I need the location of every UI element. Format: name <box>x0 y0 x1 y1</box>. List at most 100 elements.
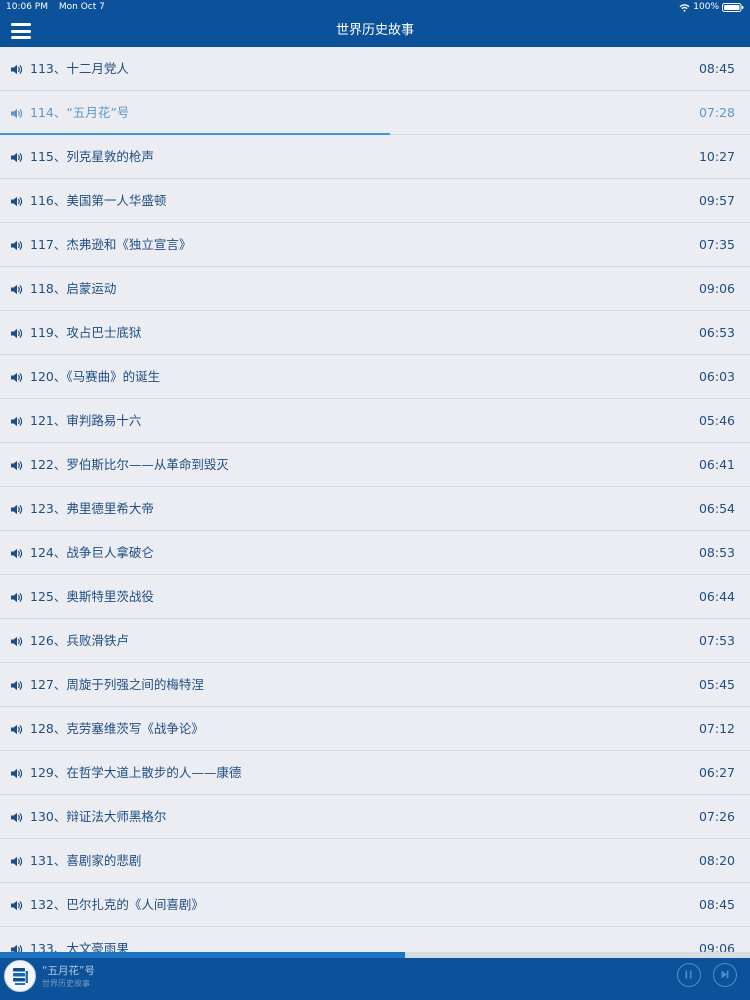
track-row[interactable]: 113、十二月党人 08:45 <box>0 47 750 91</box>
track-duration: 06:03 <box>698 369 735 384</box>
track-duration: 09:06 <box>698 281 735 296</box>
hamburger-menu-icon[interactable] <box>11 23 31 39</box>
menu-bar <box>11 36 31 39</box>
speaker-icon <box>11 636 23 647</box>
mini-player: “五月花”号 世界历史故事 <box>0 952 750 1000</box>
speaker-icon <box>11 592 23 603</box>
track-row[interactable]: 132、巴尔扎克的《人间喜剧》 08:45 <box>0 883 750 927</box>
speaker-icon <box>11 64 23 75</box>
track-title: 130、辩证法大师黑格尔 <box>30 809 167 824</box>
track-duration: 09:06 <box>698 941 735 952</box>
track-title: 131、喜剧家的悲剧 <box>30 853 142 868</box>
track-title: 119、攻占巴士底狱 <box>30 325 142 340</box>
status-date: Mon Oct 7 <box>58 2 105 12</box>
track-row[interactable]: 130、辩证法大师黑格尔 07:26 <box>0 795 750 839</box>
track-duration: 06:41 <box>698 457 735 472</box>
speaker-icon <box>11 900 23 911</box>
track-duration: 08:53 <box>698 545 735 560</box>
status-right: 100% <box>679 0 744 15</box>
track-row[interactable]: 131、喜剧家的悲剧 08:20 <box>0 839 750 883</box>
status-left: 10:06 PM Mon Oct 7 <box>6 0 113 15</box>
speaker-icon <box>11 328 23 339</box>
page-title: 世界历史故事 <box>335 23 414 38</box>
track-duration: 08:45 <box>698 61 735 76</box>
nav-bar: 世界历史故事 <box>0 15 750 47</box>
playback-progress-bar[interactable] <box>0 952 750 958</box>
now-playing-title: “五月花”号 <box>42 965 95 977</box>
speaker-icon <box>11 768 23 779</box>
speaker-icon <box>11 284 23 295</box>
track-title: 122、罗伯斯比尔——从革命到毁灭 <box>30 457 229 472</box>
track-title: 120、《马赛曲》的诞生 <box>30 369 161 384</box>
track-list[interactable]: 113、十二月党人 08:45 114、“五月花”号 07:28 115、列克星… <box>0 47 750 952</box>
track-row[interactable]: 120、《马赛曲》的诞生 06:03 <box>0 355 750 399</box>
track-title: 123、弗里德里希大帝 <box>30 501 154 516</box>
status-time: 10:06 PM <box>6 2 48 12</box>
track-row[interactable]: 129、在哲学大道上散步的人——康德 06:27 <box>0 751 750 795</box>
track-title: 126、兵败滑铁卢 <box>30 633 129 648</box>
track-title: 129、在哲学大道上散步的人——康德 <box>30 765 242 780</box>
speaker-icon <box>11 196 23 207</box>
speaker-icon <box>11 372 23 383</box>
track-title: 114、“五月花”号 <box>30 105 130 120</box>
speaker-icon <box>11 152 23 163</box>
track-duration: 08:20 <box>698 853 735 868</box>
track-duration: 06:44 <box>698 589 735 604</box>
track-row[interactable]: 126、兵败滑铁卢 07:53 <box>0 619 750 663</box>
status-bar: 10:06 PM Mon Oct 7 100% <box>0 0 750 15</box>
album-cover-icon[interactable] <box>4 960 36 992</box>
track-row[interactable]: 114、“五月花”号 07:28 <box>0 91 750 135</box>
track-title: 132、巴尔扎克的《人间喜剧》 <box>30 897 204 912</box>
pause-button[interactable] <box>677 963 701 987</box>
track-duration: 05:45 <box>698 677 735 692</box>
top-bar: 10:06 PM Mon Oct 7 100% 世界历史故事 <box>0 0 750 47</box>
track-row[interactable]: 124、战争巨人拿破仑 08:53 <box>0 531 750 575</box>
battery-percent: 100% <box>693 2 719 12</box>
track-title: 125、奥斯特里茨战役 <box>30 589 154 604</box>
speaker-icon <box>11 240 23 251</box>
track-title: 124、战争巨人拿破仑 <box>30 545 154 560</box>
track-row[interactable]: 128、克劳塞维茨写《战争论》 07:12 <box>0 707 750 751</box>
track-row[interactable]: 121、审判路易十六 05:46 <box>0 399 750 443</box>
wifi-icon <box>679 4 690 12</box>
track-row[interactable]: 118、启蒙运动 09:06 <box>0 267 750 311</box>
speaker-icon <box>11 724 23 735</box>
playback-progress-fill <box>0 952 405 958</box>
track-duration: 07:12 <box>698 721 735 736</box>
now-playing-subtitle: 世界历史故事 <box>42 979 90 988</box>
track-row[interactable]: 133、大文豪雨果 09:06 <box>0 927 750 952</box>
track-duration: 07:53 <box>698 633 735 648</box>
track-duration: 07:26 <box>698 809 735 824</box>
track-row[interactable]: 119、攻占巴士底狱 06:53 <box>0 311 750 355</box>
track-duration: 06:54 <box>698 501 735 516</box>
track-row[interactable]: 122、罗伯斯比尔——从革命到毁灭 06:41 <box>0 443 750 487</box>
track-title: 127、周旋于列强之间的梅特涅 <box>30 677 204 692</box>
track-row[interactable]: 117、杰弗逊和《独立宣言》 07:35 <box>0 223 750 267</box>
track-row[interactable]: 127、周旋于列强之间的梅特涅 05:45 <box>0 663 750 707</box>
track-row[interactable]: 125、奥斯特里茨战役 06:44 <box>0 575 750 619</box>
speaker-icon <box>11 856 23 867</box>
track-title: 113、十二月党人 <box>30 61 129 76</box>
track-duration: 07:35 <box>698 237 735 252</box>
track-duration: 05:46 <box>698 413 735 428</box>
next-track-icon <box>721 970 729 979</box>
speaker-icon <box>11 680 23 691</box>
next-track-button[interactable] <box>713 963 737 987</box>
track-duration: 10:27 <box>698 149 735 164</box>
speaker-icon <box>11 416 23 427</box>
track-row[interactable]: 115、列克星敦的枪声 10:27 <box>0 135 750 179</box>
track-title: 117、杰弗逊和《独立宣言》 <box>30 237 192 252</box>
track-duration: 06:27 <box>698 765 735 780</box>
track-row[interactable]: 116、美国第一人华盛顿 09:57 <box>0 179 750 223</box>
track-title: 121、审判路易十六 <box>30 413 142 428</box>
track-title: 118、启蒙运动 <box>30 281 117 296</box>
track-title: 116、美国第一人华盛顿 <box>30 193 167 208</box>
speaker-icon <box>11 504 23 515</box>
track-row[interactable]: 123、弗里德里希大帝 06:54 <box>0 487 750 531</box>
menu-bar <box>11 23 31 26</box>
track-duration: 09:57 <box>698 193 735 208</box>
track-title: 133、大文豪雨果 <box>30 941 129 952</box>
track-title: 128、克劳塞维茨写《战争论》 <box>30 721 204 736</box>
speaker-icon <box>11 812 23 823</box>
speaker-icon <box>11 108 23 119</box>
